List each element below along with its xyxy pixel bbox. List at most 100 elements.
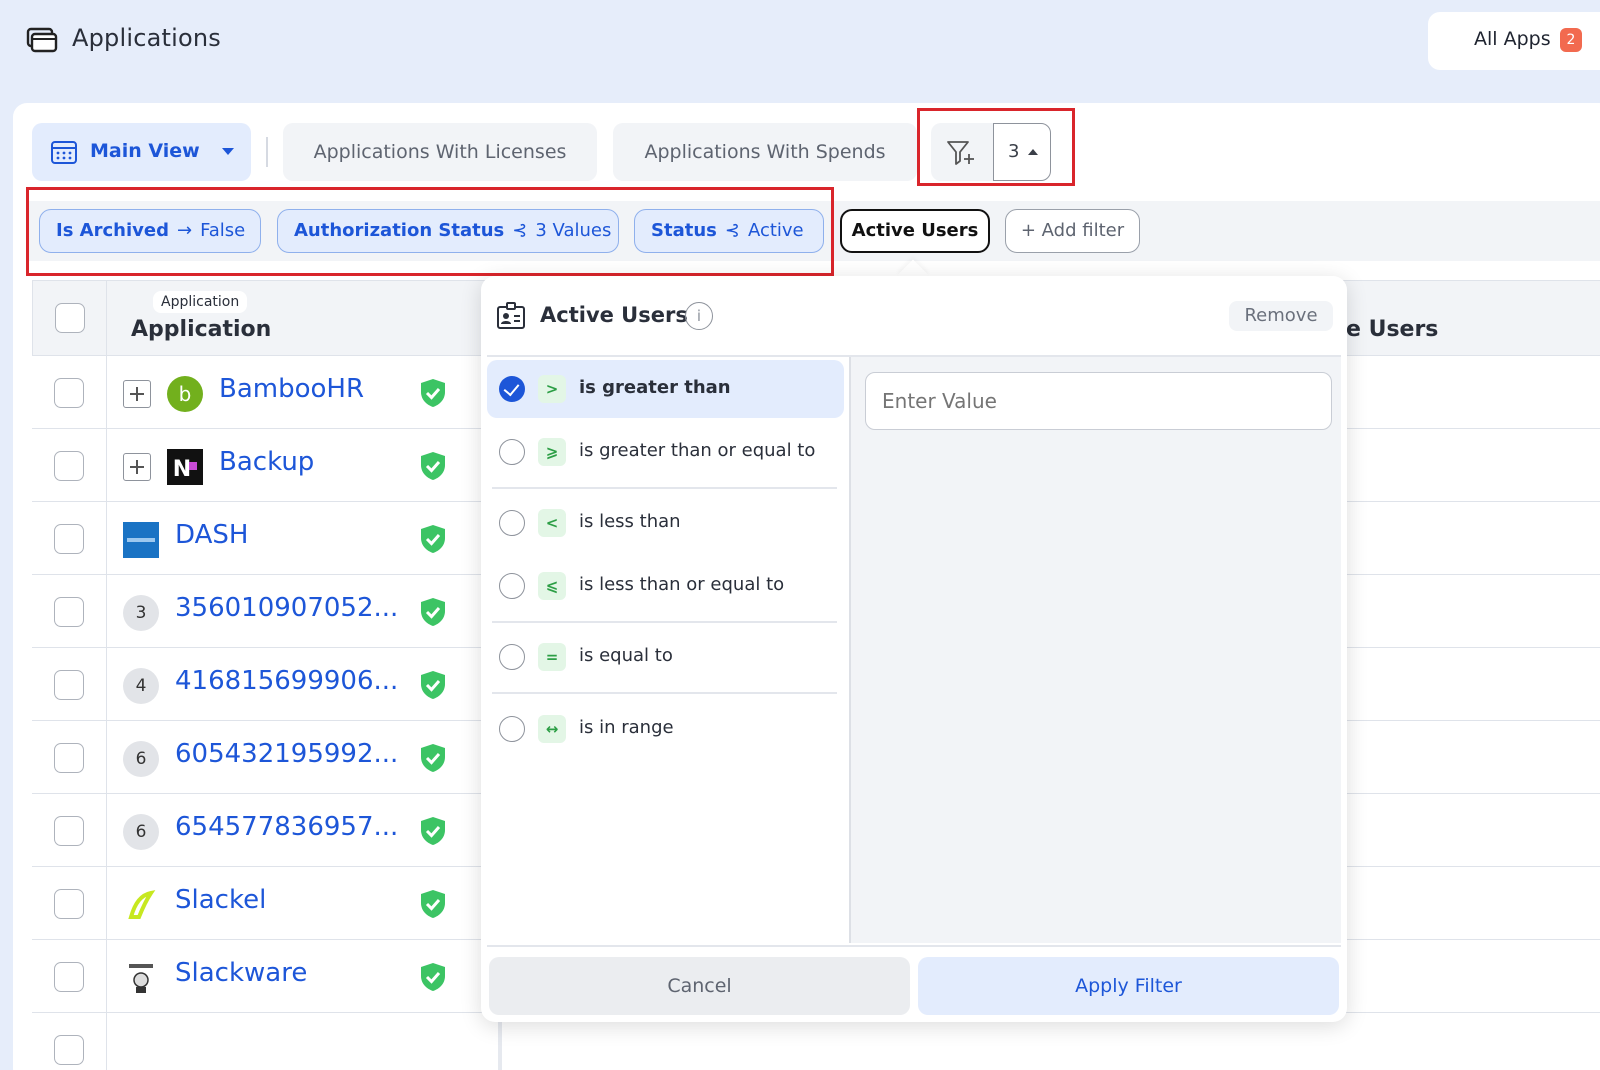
app-name-link[interactable]: BambooHR — [219, 374, 364, 404]
select-all-checkbox[interactable] — [55, 303, 85, 333]
column-group-tag: Application — [153, 291, 248, 313]
all-apps-label: All Apps — [1474, 28, 1551, 50]
slackel-logo — [128, 890, 156, 919]
all-apps-button[interactable]: All Apps 2 — [1428, 12, 1600, 70]
shield-check-icon — [421, 744, 445, 772]
operator-label: is equal to — [579, 645, 673, 666]
operator-option-in-range[interactable]: ↔ is in range — [487, 700, 844, 758]
operator-label: is less than — [579, 511, 681, 532]
shield-check-icon — [421, 671, 445, 699]
bamboohr-logo: b — [167, 376, 203, 412]
add-filter-button[interactable]: + Add filter — [1005, 209, 1140, 253]
tab-applications-with-licenses[interactable]: Applications With Licenses — [283, 123, 597, 181]
expand-icon[interactable] — [123, 453, 151, 481]
svg-text:b: b — [179, 382, 192, 406]
row-checkbox[interactable] — [54, 1035, 84, 1065]
row-checkbox[interactable] — [54, 816, 84, 846]
divider — [266, 137, 268, 167]
divider — [487, 945, 1341, 947]
divider — [492, 621, 837, 623]
operator-option-greater-than-or-equal[interactable]: ⩾ is greater than or equal to — [487, 423, 844, 481]
chevron-down-icon — [222, 148, 234, 155]
column-divider — [106, 280, 107, 1070]
main-view-dropdown[interactable]: Main View — [32, 123, 251, 181]
id-card-icon — [497, 302, 525, 329]
applications-icon — [26, 27, 58, 53]
shield-check-icon — [421, 452, 445, 480]
row-checkbox[interactable] — [54, 670, 84, 700]
highlight-box-filter-chips — [26, 187, 834, 276]
operator-label: is greater than — [579, 377, 731, 398]
shield-check-icon — [421, 598, 445, 626]
app-initial-badge: 6 — [123, 814, 159, 850]
app-name-link[interactable]: 416815699906... — [175, 666, 398, 696]
app-name-link[interactable]: 356010907052... — [175, 593, 398, 623]
popover-title: Active Users — [540, 303, 688, 327]
greater-equal-icon: ⩾ — [538, 438, 566, 466]
row-checkbox[interactable] — [54, 378, 84, 408]
less-than-icon: < — [538, 509, 566, 537]
operator-option-equal-to[interactable]: = is equal to — [487, 628, 844, 686]
top-bar: Applications All Apps 2 — [0, 0, 1600, 100]
row-checkbox[interactable] — [54, 743, 84, 773]
operator-label: is greater than or equal to — [579, 440, 816, 461]
highlight-box-filter-count — [917, 108, 1075, 186]
backup-logo: N — [167, 449, 203, 485]
divider — [492, 692, 837, 694]
operator-option-less-than-or-equal[interactable]: ⩽ is less than or equal to — [487, 557, 844, 615]
operator-label: is less than or equal to — [579, 574, 785, 595]
shield-check-icon — [421, 379, 445, 407]
app-name-link[interactable]: DASH — [175, 520, 248, 550]
row-checkbox[interactable] — [54, 524, 84, 554]
shield-check-icon — [421, 525, 445, 553]
column-header-application[interactable]: Application — [131, 317, 271, 342]
shield-check-icon — [421, 963, 445, 991]
column-header-active-users[interactable]: e Users — [1346, 317, 1438, 342]
equals-icon: = — [538, 643, 566, 671]
info-icon[interactable]: i — [685, 302, 713, 330]
filter-chip-active-users[interactable]: Active Users — [840, 209, 990, 253]
calendar-icon — [51, 141, 77, 164]
radio-icon[interactable] — [499, 644, 525, 670]
shield-check-icon — [421, 890, 445, 918]
shield-check-icon — [421, 817, 445, 845]
radio-icon[interactable] — [499, 573, 525, 599]
app-name-link[interactable]: Backup — [219, 447, 314, 477]
app-initial-badge: 3 — [123, 595, 159, 631]
remove-filter-button[interactable]: Remove — [1229, 301, 1333, 331]
row-checkbox[interactable] — [54, 451, 84, 481]
dash-logo — [123, 522, 159, 558]
range-arrows-icon: ↔ — [538, 715, 566, 743]
app-name-link[interactable]: Slackware — [175, 958, 307, 988]
radio-icon[interactable] — [499, 439, 525, 465]
main-view-label: Main View — [90, 140, 200, 162]
app-initial-badge: 6 — [123, 741, 159, 777]
cancel-button[interactable]: Cancel — [489, 957, 910, 1015]
slackware-logo — [129, 964, 153, 993]
svg-text:N: N — [173, 457, 191, 482]
app-name-link[interactable]: Slackel — [175, 885, 266, 915]
apply-filter-button[interactable]: Apply Filter — [918, 957, 1339, 1015]
row-checkbox[interactable] — [54, 889, 84, 919]
greater-than-icon: > — [538, 375, 566, 403]
expand-icon[interactable] — [123, 380, 151, 408]
radio-checked-icon[interactable] — [499, 376, 525, 402]
page-title: Applications — [72, 24, 222, 52]
operator-option-less-than[interactable]: < is less than — [487, 494, 844, 552]
active-users-filter-popover: Active Users i Remove > is greater than … — [481, 276, 1347, 1022]
radio-icon[interactable] — [499, 510, 525, 536]
value-panel — [849, 357, 1341, 943]
less-equal-icon: ⩽ — [538, 572, 566, 600]
radio-icon[interactable] — [499, 716, 525, 742]
operator-label: is in range — [579, 717, 674, 738]
row-checkbox[interactable] — [54, 597, 84, 627]
operator-option-greater-than[interactable]: > is greater than — [487, 360, 844, 418]
app-initial-badge: 4 — [123, 668, 159, 704]
divider — [492, 487, 837, 489]
row-checkbox[interactable] — [54, 962, 84, 992]
all-apps-badge: 2 — [1560, 28, 1582, 52]
value-input[interactable] — [865, 372, 1332, 430]
app-name-link[interactable]: 605432195992... — [175, 739, 398, 769]
app-name-link[interactable]: 654577836957... — [175, 812, 398, 842]
tab-applications-with-spends[interactable]: Applications With Spends — [613, 123, 917, 181]
